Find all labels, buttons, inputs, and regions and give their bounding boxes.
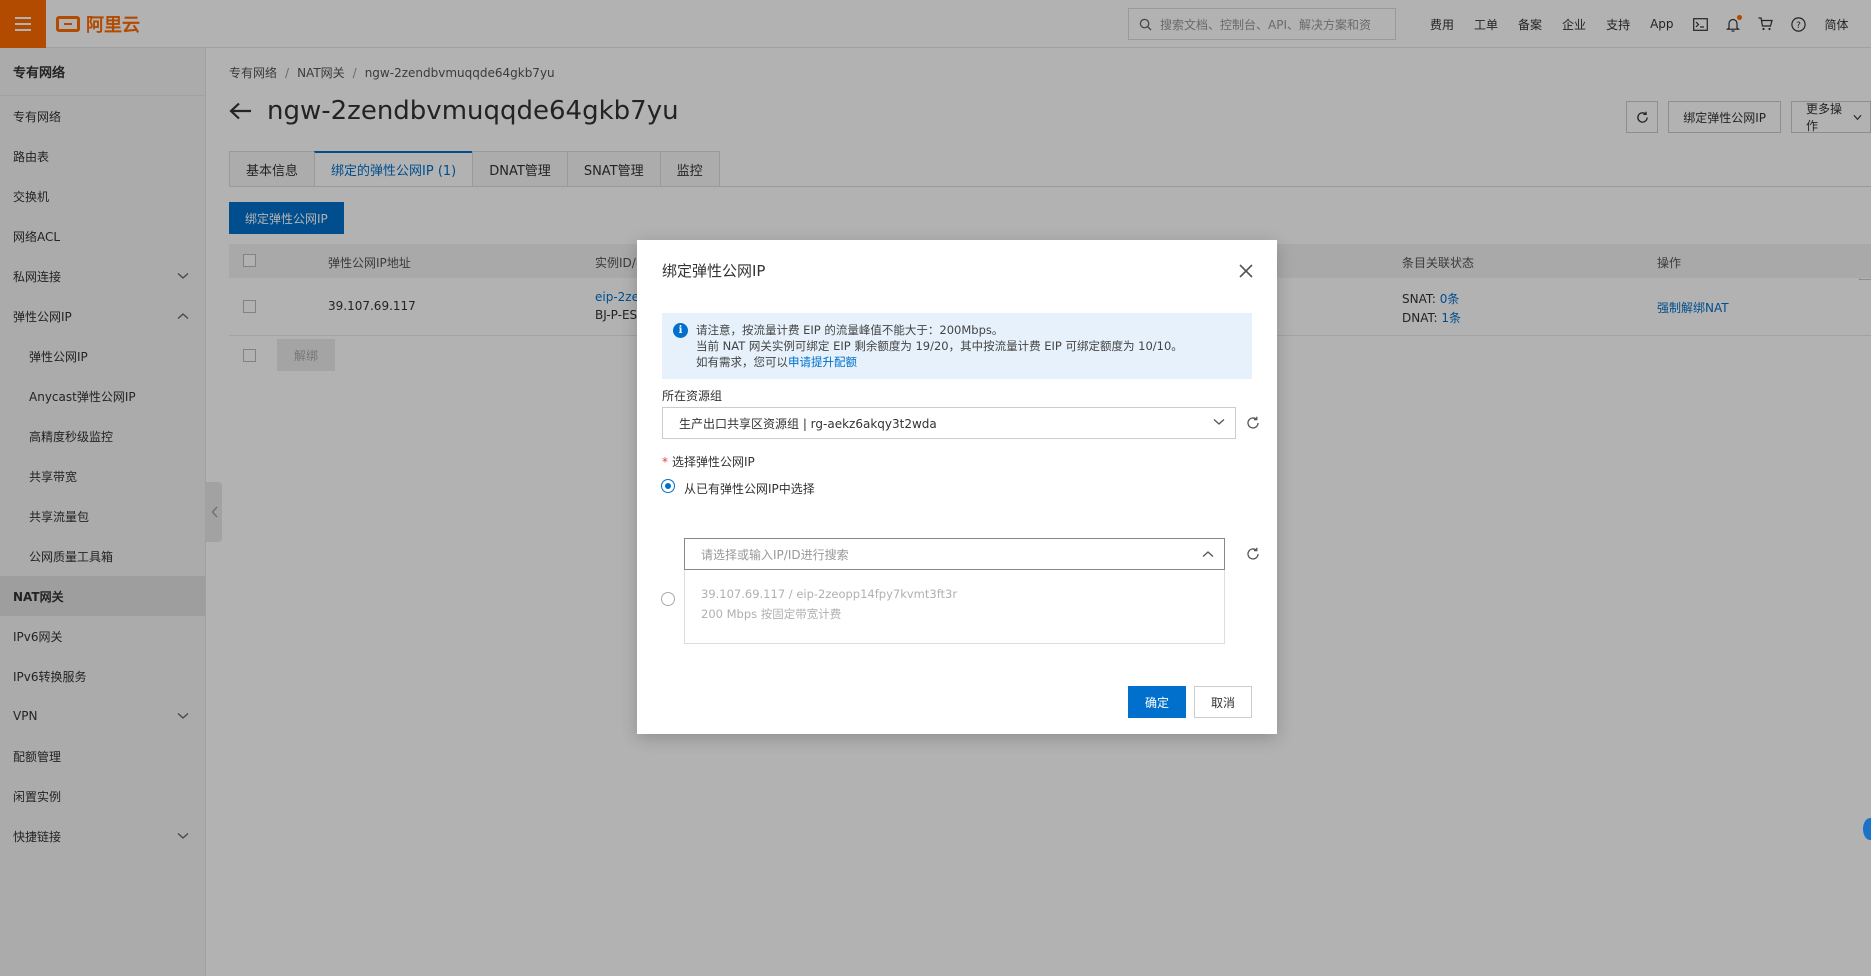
- notice-prefix: 如有需求，您可以: [696, 355, 788, 369]
- eip-search-select[interactable]: 请选择或输入IP/ID进行搜索: [684, 538, 1225, 570]
- radio-existing-eip-label[interactable]: 从已有弹性公网IP中选择: [684, 480, 815, 497]
- notice-line-3: 如有需求，您可以申请提升配额: [696, 354, 1240, 370]
- chevron-up-icon: [1202, 551, 1214, 557]
- resource-group-select[interactable]: 生产出口共享区资源组 | rg-aekz6akqy3t2wda: [662, 407, 1236, 439]
- dialog-title: 绑定弹性公网IP: [662, 262, 766, 280]
- close-icon[interactable]: [1237, 262, 1255, 280]
- radio-other-option[interactable]: [661, 592, 675, 606]
- eip-label-text: 选择弹性公网IP: [672, 455, 755, 469]
- eip-option-billing: 200 Mbps 按固定带宽计费: [701, 607, 842, 621]
- bind-eip-dialog: 绑定弹性公网IP i 请注意，按流量计费 EIP 的流量峰值不能大于：200Mb…: [637, 240, 1277, 734]
- confirm-button[interactable]: 确定: [1128, 686, 1186, 718]
- resource-group-label: 所在资源组: [662, 389, 723, 403]
- refresh-icon[interactable]: [1246, 547, 1260, 561]
- quota-notice: i 请注意，按流量计费 EIP 的流量峰值不能大于：200Mbps。 当前 NA…: [662, 313, 1252, 379]
- required-marker: *: [662, 455, 668, 469]
- floating-help-button[interactable]: [1863, 818, 1871, 840]
- notice-line-1: 请注意，按流量计费 EIP 的流量峰值不能大于：200Mbps。: [696, 323, 1004, 337]
- chevron-down-icon: [1213, 419, 1225, 425]
- cancel-button[interactable]: 取消: [1194, 686, 1252, 718]
- refresh-icon[interactable]: [1246, 416, 1260, 430]
- eip-option[interactable]: 39.107.69.117 / eip-2zeopp14fpy7kvmt3ft3…: [701, 584, 1208, 624]
- radio-existing-eip[interactable]: [661, 479, 675, 493]
- eip-search-placeholder: 请选择或输入IP/ID进行搜索: [701, 547, 849, 562]
- info-icon: i: [673, 323, 688, 338]
- eip-option-address: 39.107.69.117 / eip-2zeopp14fpy7kvmt3ft3…: [701, 587, 958, 601]
- resource-group-value: 生产出口共享区资源组 | rg-aekz6akqy3t2wda: [679, 416, 937, 431]
- eip-dropdown-list: 39.107.69.117 / eip-2zeopp14fpy7kvmt3ft3…: [684, 570, 1225, 644]
- request-quota-link[interactable]: 申请提升配额: [788, 355, 857, 369]
- notice-line-2: 当前 NAT 网关实例可绑定 EIP 剩余额度为 19/20，其中按流量计费 E…: [696, 339, 1183, 353]
- eip-field-label: * 选择弹性公网IP: [662, 453, 755, 470]
